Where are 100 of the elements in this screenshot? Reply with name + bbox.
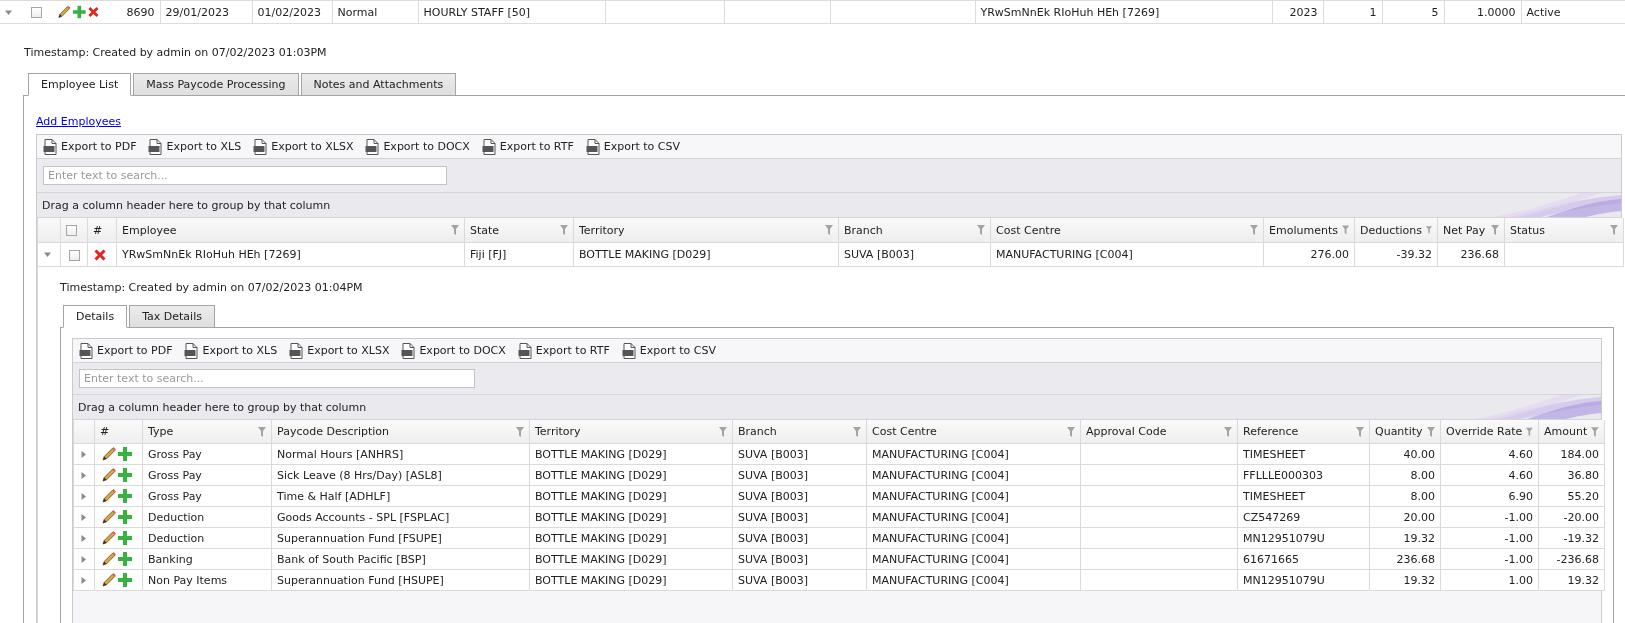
caret-icon[interactable]: [80, 450, 87, 458]
filter-icon[interactable]: [1426, 225, 1432, 235]
caret-icon[interactable]: [80, 576, 87, 584]
export-button[interactable]: Export to XLSX: [251, 138, 356, 155]
table-cell: Non Pay Items: [142, 569, 272, 591]
pencil-icon[interactable]: [101, 446, 117, 462]
column-header[interactable]: Deductions: [1354, 218, 1438, 243]
search-field[interactable]: Enter text to search...: [79, 369, 475, 388]
filter-icon[interactable]: [977, 225, 985, 235]
column-header[interactable]: #: [87, 218, 117, 243]
export-button[interactable]: Export to RTF: [479, 138, 576, 155]
filter-icon[interactable]: [853, 426, 861, 437]
export-button[interactable]: Export to PDF: [77, 342, 175, 359]
pencil-icon[interactable]: [101, 488, 117, 504]
checkbox[interactable]: [31, 7, 42, 18]
export-button[interactable]: Export to XLS: [146, 138, 244, 155]
export-button[interactable]: Export to RTF: [515, 342, 612, 359]
export-button[interactable]: Export to XLS: [182, 342, 280, 359]
table-cell: MANUFACTURING [C004]: [866, 443, 1081, 465]
pencil-icon[interactable]: [101, 530, 117, 546]
pencil-icon[interactable]: [101, 467, 117, 483]
caret-icon[interactable]: [80, 534, 87, 542]
group-panel-hint: Drag a column header here to group by that column: [42, 198, 331, 212]
caret-icon[interactable]: [44, 251, 51, 258]
column-header[interactable]: #: [94, 420, 143, 444]
filter-icon[interactable]: [1591, 426, 1599, 437]
caret-icon[interactable]: [5, 8, 12, 16]
table-cell: -39.32: [1354, 242, 1438, 267]
column-header[interactable]: Reference: [1237, 420, 1370, 444]
tab[interactable]: Employee List: [28, 73, 132, 96]
tab[interactable]: Tax Details: [129, 305, 215, 328]
table-cell: 8690: [104, 0, 160, 24]
pencil-icon[interactable]: [101, 551, 117, 567]
caret-icon[interactable]: [80, 471, 87, 479]
filter-icon[interactable]: [258, 426, 266, 437]
table-cell: 4.60: [1440, 443, 1539, 465]
tab[interactable]: Details: [63, 305, 128, 328]
filter-icon[interactable]: [1610, 225, 1618, 235]
export-button[interactable]: Export to XLSX: [287, 342, 392, 359]
caret-icon[interactable]: [80, 555, 87, 563]
filter-icon[interactable]: [560, 225, 568, 235]
column-header[interactable]: Status: [1504, 218, 1624, 243]
caret-icon[interactable]: [80, 513, 87, 521]
column-header[interactable]: Paycode Description: [271, 420, 530, 444]
filter-icon[interactable]: [825, 225, 833, 235]
filter-icon[interactable]: [451, 225, 459, 235]
column-header[interactable]: Branch: [838, 218, 991, 243]
export-button[interactable]: Export to PDF: [41, 138, 139, 155]
add-icon[interactable]: [73, 5, 87, 19]
delete-icon[interactable]: [88, 6, 99, 18]
table-cell: SUVA [B003]: [732, 443, 867, 465]
tab[interactable]: Notes and Attachments: [300, 73, 457, 96]
filter-icon[interactable]: [1341, 225, 1349, 235]
checkbox[interactable]: [66, 225, 77, 236]
column-header[interactable]: Quantity: [1369, 420, 1441, 444]
search-field[interactable]: Enter text to search...: [43, 166, 447, 185]
pencil-icon[interactable]: [101, 509, 117, 525]
column-header[interactable]: Emoluments: [1263, 218, 1355, 243]
add-employees-link[interactable]: Add Employees: [36, 115, 121, 129]
pencil-icon[interactable]: [101, 572, 117, 588]
column-header[interactable]: Cost Centre: [990, 218, 1264, 243]
filter-icon[interactable]: [1491, 225, 1499, 235]
column-header[interactable]: Branch: [732, 420, 867, 444]
export-button[interactable]: Export to CSV: [583, 138, 682, 155]
caret-icon[interactable]: [80, 492, 87, 500]
document-icon: [148, 138, 163, 155]
document-icon: [481, 138, 496, 155]
column-header[interactable]: Approval Code: [1080, 420, 1238, 444]
tab[interactable]: Mass Paycode Processing: [133, 73, 299, 96]
table-cell: YRwSmNnEk RIoHuh HEh [7269]: [116, 242, 465, 267]
column-header[interactable]: Override Rate: [1440, 420, 1539, 444]
document-icon: [79, 342, 93, 359]
table-cell: -1.00: [1440, 548, 1539, 570]
column-header[interactable]: Employee: [116, 218, 465, 243]
filter-icon[interactable]: [719, 426, 727, 437]
export-button[interactable]: Export to DOCX: [399, 342, 508, 359]
column-header[interactable]: Territory: [573, 218, 839, 243]
delete-icon[interactable]: [94, 248, 106, 261]
filter-icon[interactable]: [1427, 426, 1435, 437]
column-header[interactable]: Type: [142, 420, 272, 444]
filter-icon[interactable]: [1526, 426, 1533, 437]
filter-icon[interactable]: [1356, 426, 1364, 437]
table-cell: 1: [1323, 0, 1382, 24]
document-icon: [184, 342, 199, 359]
filter-icon[interactable]: [1224, 426, 1232, 437]
filter-icon[interactable]: [1250, 225, 1258, 235]
table-cell: Active: [1521, 0, 1625, 24]
column-header[interactable]: State: [464, 218, 574, 243]
export-button[interactable]: Export to CSV: [619, 342, 718, 359]
table-cell: 1.0000: [1444, 0, 1521, 24]
filter-icon[interactable]: [1067, 426, 1075, 437]
column-header[interactable]: Territory: [529, 420, 733, 444]
column-header[interactable]: Amount: [1538, 420, 1605, 444]
checkbox[interactable]: [68, 249, 80, 261]
pencil-icon[interactable]: [57, 4, 72, 20]
table-cell: 19.32: [1369, 569, 1441, 591]
column-header[interactable]: Net Pay: [1437, 218, 1505, 243]
filter-icon[interactable]: [516, 426, 524, 437]
export-button[interactable]: Export to DOCX: [363, 138, 472, 155]
column-header[interactable]: Cost Centre: [866, 420, 1081, 444]
